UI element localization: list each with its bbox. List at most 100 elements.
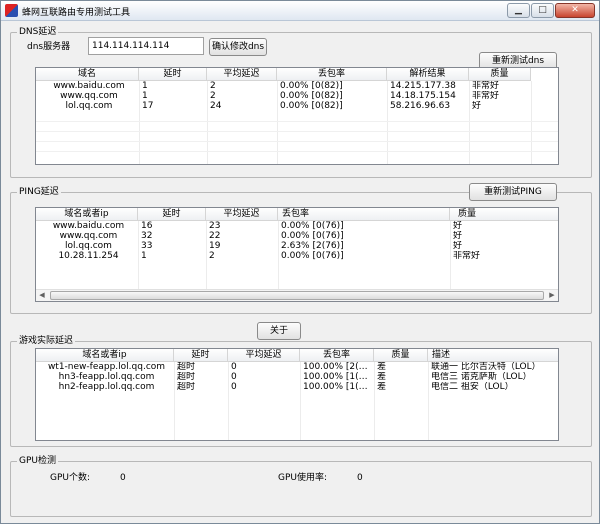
ping-col-quality[interactable]: 质量 [450,208,558,220]
scroll-thumb[interactable] [50,291,544,300]
gpu-count-value: 0 [120,473,126,483]
cell-loss: 2.63% [2(76)] [281,241,344,251]
cell-latency: 1 [141,251,147,261]
dns-server-label: dns服务器 [27,42,71,52]
table-row[interactable]: www.baidu.com 1 2 0.00% [0(82)] 14.215.1… [36,81,531,91]
dns-col-quality[interactable]: 质量 [469,68,531,80]
cell-latency: 1 [142,91,148,101]
gpu-count-label: GPU个数: [50,473,91,483]
cell-avg-latency: 23 [209,221,221,231]
scroll-right-icon[interactable]: ▶ [546,290,558,301]
table-row[interactable]: lol.qq.com 17 24 0.00% [0(82)] 58.216.96… [36,101,531,111]
dns-col-domain[interactable]: 域名 [36,68,139,80]
about-button[interactable]: 关于 [257,322,301,340]
dns-results-list[interactable]: 域名 延时 平均延迟 丢包率 解析结果 质量 www.baidu.com 1 2… [35,67,559,165]
ping-col-host[interactable]: 域名或者ip [36,208,138,220]
table-row[interactable]: hn3-feapp.lol.qq.com 超时 0 100.00% [1(… 差… [36,372,558,382]
game-col-avg-latency[interactable]: 平均延迟 [228,349,300,361]
cell-avg-latency: 0 [231,362,237,372]
cell-quality: 差 [377,382,387,392]
cell-host: 10.28.11.254 [58,251,119,261]
app-logo-icon [5,4,18,17]
cell-avg-latency: 0 [231,372,237,382]
cell-avg-latency: 24 [210,101,222,111]
dns-col-latency[interactable]: 延时 [139,68,207,80]
cell-loss: 0.00% [0(76)] [281,221,344,231]
dns-list-header: 域名 延时 平均延迟 丢包率 解析结果 质量 [36,68,531,81]
confirm-dns-button[interactable]: 确认修改dns [209,38,267,56]
grid-line [174,362,175,440]
ping-list-header: 域名或者ip 延时 平均延迟 丢包率 质量 [36,208,558,221]
cell-loss: 0.00% [0(82)] [280,81,343,91]
cell-avg-latency: 2 [209,251,215,261]
grid-line [138,221,139,289]
cell-loss: 100.00% [2(… [303,362,368,372]
game-col-desc[interactable]: 描述 [428,349,558,361]
row-line [36,151,558,152]
cell-avg-latency: 0 [231,382,237,392]
cell-loss: 100.00% [1(… [303,372,368,382]
cell-host: www.qq.com [59,231,118,241]
cell-domain: www.baidu.com [53,81,125,91]
maximize-icon[interactable]: □ [531,3,554,18]
scroll-left-icon[interactable]: ◀ [36,290,48,301]
cell-latency: 超时 [177,372,196,382]
table-row[interactable]: www.qq.com 1 2 0.00% [0(82)] 14.18.175.1… [36,91,531,101]
game-col-quality[interactable]: 质量 [374,349,428,361]
cell-quality: 好 [453,241,463,251]
dns-server-input[interactable]: 114.114.114.114 [88,37,204,55]
cell-result: 14.18.175.154 [390,91,456,101]
cell-avg-latency: 22 [209,231,221,241]
ping-list-body: www.baidu.com 16 23 0.00% [0(76)] 好 www.… [36,221,558,261]
table-row[interactable]: 10.28.11.254 1 2 0.00% [0(76)] 非常好 [36,251,558,261]
dns-col-avg-latency[interactable]: 平均延迟 [207,68,277,80]
dns-col-loss[interactable]: 丢包率 [277,68,387,80]
grid-line [428,362,429,440]
cell-quality: 好 [453,231,463,241]
cell-quality: 好 [472,101,482,111]
cell-quality: 非常好 [472,91,500,101]
game-col-latency[interactable]: 延时 [174,349,228,361]
ping-col-loss[interactable]: 丢包率 [278,208,450,220]
close-icon[interactable]: ✕ [555,3,595,18]
game-group-label: 游戏实际延迟 [17,336,76,347]
cell-host: hn3-feapp.lol.qq.com [58,372,155,382]
cell-quality: 差 [377,372,387,382]
cell-avg-latency: 2 [210,81,216,91]
cell-host: lol.qq.com [65,241,112,251]
minimize-icon[interactable]: ▁ [507,3,530,18]
cell-latency: 超时 [177,382,196,392]
table-row[interactable]: www.qq.com 32 22 0.00% [0(76)] 好 [36,231,558,241]
retest-ping-button[interactable]: 重新测试PING [469,183,557,201]
ping-horizontal-scrollbar[interactable]: ◀ ▶ [36,289,558,301]
dns-col-result[interactable]: 解析结果 [387,68,469,80]
ping-col-latency[interactable]: 延时 [138,208,206,220]
cell-avg-latency: 19 [209,241,221,251]
cell-quality: 好 [453,221,463,231]
cell-loss: 0.00% [0(76)] [281,251,344,261]
ping-results-list[interactable]: 域名或者ip 延时 平均延迟 丢包率 质量 www.baidu.com 16 2… [35,207,559,302]
ping-col-avg-latency[interactable]: 平均延迟 [206,208,278,220]
gpu-usage-value: 0 [357,473,363,483]
title-bar[interactable]: 蜂网互联路由专用测试工具 ▁ □ ✕ [1,1,599,21]
grid-line [206,221,207,289]
game-col-loss[interactable]: 丢包率 [300,349,374,361]
cell-host: hn2-feapp.lol.qq.com [58,382,155,392]
cell-desc: 电信二 祖安（LOL） [431,382,514,392]
grid-line [374,362,375,440]
table-row[interactable]: lol.qq.com 33 19 2.63% [2(76)] 好 [36,241,558,251]
row-line [36,131,558,132]
window-title: 蜂网互联路由专用测试工具 [22,8,131,18]
gpu-usage-label: GPU使用率: [278,473,328,483]
table-row[interactable]: www.baidu.com 16 23 0.00% [0(76)] 好 [36,221,558,231]
table-row[interactable]: wt1-new-feapp.lol.qq.com 超时 0 100.00% [2… [36,362,558,372]
ping-group-label: PING延迟 [17,187,61,198]
game-results-list[interactable]: 域名或者ip 延时 平均延迟 丢包率 质量 描述 wt1-new-feapp.l… [35,348,559,441]
cell-quality: 差 [377,362,387,372]
cell-avg-latency: 2 [210,91,216,101]
table-row[interactable]: hn2-feapp.lol.qq.com 超时 0 100.00% [1(… 差… [36,382,558,392]
cell-latency: 16 [141,221,153,231]
cell-result: 58.216.96.63 [390,101,451,111]
game-col-host[interactable]: 域名或者ip [36,349,174,361]
game-list-body: wt1-new-feapp.lol.qq.com 超时 0 100.00% [2… [36,362,558,392]
